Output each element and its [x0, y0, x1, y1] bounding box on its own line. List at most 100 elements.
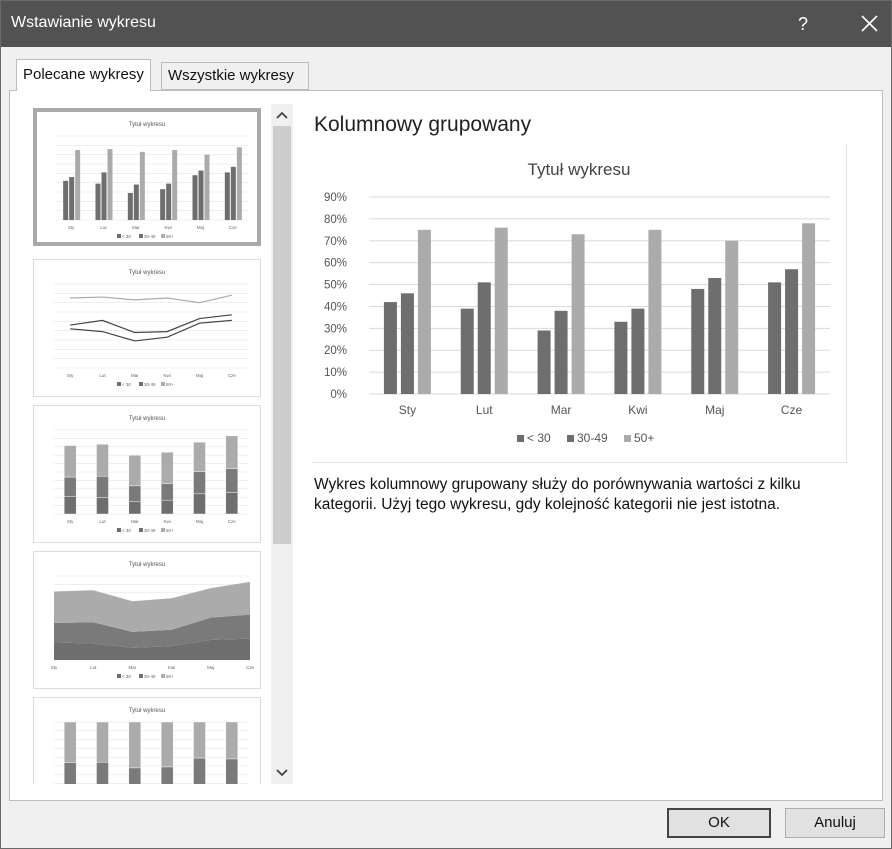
thumbnail-legend-label: < 30	[122, 382, 131, 387]
thumbnail-percent-bar	[225, 721, 239, 760]
thumbnail-clustered-column[interactable]: Tytuł wykresu Sty Lut Mar Kwi Maj Cze < 30 30-49…	[33, 108, 261, 246]
bar	[571, 234, 585, 394]
thumbnail-stacked-bar	[160, 483, 174, 501]
thumbnail-percent-bar	[128, 721, 142, 769]
thumbnail-x-label: Maj	[197, 225, 204, 230]
thumbnail-legend-label: 50+	[166, 382, 174, 387]
clustered-column-chart: Tytuł wykresu 0% 10% 20% 30% 40% 50% 60% 70% 80% 9…	[324, 160, 830, 445]
thumbnail-legend-swatch	[117, 674, 121, 678]
thumbnail-legend-swatch	[117, 382, 121, 386]
thumbnail-percent-bar	[63, 762, 77, 784]
thumbnail-line	[70, 294, 232, 304]
help-button[interactable]: ?	[783, 1, 823, 47]
bar	[400, 293, 414, 394]
y-tick-label: 90%	[324, 192, 347, 204]
thumbnail-bar	[95, 183, 101, 220]
thumbnail-legend-swatch	[161, 234, 165, 238]
thumbnail-scrollbar[interactable]	[271, 104, 293, 784]
thumbnail-line-chart: Tytuł wykresu Sty Lut Mar Kwi Maj Cze < 30 30-49…	[54, 270, 248, 387]
chart-preview: Tytuł wykresu 0% 10% 20% 30% 40% 50% 60% 70% 80% 9…	[312, 144, 847, 463]
thumbnail-stacked-bar	[225, 468, 239, 493]
thumbnail-bar	[198, 170, 204, 220]
y-tick-label: 50%	[324, 280, 347, 292]
thumbnail-x-label: Cze	[246, 665, 254, 670]
bar	[725, 240, 739, 394]
thumbnail-legend-label: < 30	[122, 674, 131, 679]
legend-label: 30-49	[577, 431, 608, 445]
tab-all-charts[interactable]: Wszystkie wykresy	[161, 62, 309, 90]
thumbnail-x-label: Mar	[131, 373, 139, 378]
thumbnail-legend-label: 30-49	[144, 234, 156, 239]
y-tick-label: 70%	[324, 236, 347, 248]
close-button[interactable]	[849, 1, 891, 47]
thumbnail-line[interactable]: Tytuł wykresu Sty Lut Mar Kwi Maj Cze < 30 30-49…	[33, 259, 261, 397]
thumbnail-x-label: Lut	[99, 519, 106, 524]
thumbnail-x-label: Maj	[196, 519, 203, 524]
bar	[460, 308, 474, 394]
thumbnail-x-label: Kwi	[165, 225, 172, 230]
legend-swatch	[567, 435, 574, 442]
thumbnail-x-label: Maj	[196, 373, 203, 378]
thumbnail-x-label: Mar	[129, 665, 137, 670]
thumbnail-stacked-bar	[128, 455, 142, 487]
window-title: Wstawianie wykresu	[11, 14, 156, 31]
bar	[554, 310, 568, 394]
thumbnail-stacked-bar	[96, 475, 109, 498]
y-tick-label: 30%	[324, 323, 347, 335]
legend-swatch	[624, 435, 631, 442]
thumbnail-percent-bar	[193, 757, 206, 784]
thumbnail-legend-label: 30-49	[144, 528, 156, 533]
thumbnail-title: Tytuł wykresu	[129, 416, 165, 422]
chevron-up-icon	[276, 111, 288, 119]
thumbnail-stacked-bar	[193, 493, 206, 515]
thumbnail-bar	[75, 150, 81, 220]
x-tick-label: Cze	[781, 403, 803, 417]
thumbnail-stacked-bar	[225, 492, 239, 515]
thumbnail-x-label: Maj	[207, 665, 214, 670]
scroll-up-button[interactable]	[271, 104, 293, 126]
thumbnail-legend-swatch	[161, 674, 165, 678]
tab-recommended-charts[interactable]: Polecane wykresy	[16, 59, 151, 91]
thumbnail-x-label: Lut	[100, 225, 107, 230]
thumbnail-x-label: Cze	[228, 373, 236, 378]
thumbnail-percent-bar	[160, 766, 174, 784]
thumbnail-stacked-bar	[160, 499, 174, 515]
preview-heading: Kolumnowy grupowany	[314, 113, 532, 136]
bar	[802, 223, 816, 394]
thumbnail-legend-label: < 30	[122, 234, 131, 239]
thumbnail-100-stacked-column[interactable]: Tytuł wykresu	[33, 697, 261, 784]
bar	[537, 330, 551, 394]
y-tick-label: 40%	[324, 301, 347, 313]
bar	[785, 269, 799, 394]
thumbnail-stacked-area[interactable]: Tytuł wykresu Sty Lut Mar Kwi Maj Cze < 30 30-49…	[33, 551, 261, 689]
thumbnail-stacked-bar	[193, 441, 206, 472]
thumbnail-stacked-column-chart: Tytuł wykresu Sty Lut Mar Kwi Maj Cze < 30 30-49…	[54, 416, 248, 533]
cancel-button[interactable]: Anuluj	[785, 808, 885, 838]
thumbnail-x-label: Sty	[67, 519, 74, 524]
thumbnail-legend-swatch	[139, 528, 143, 532]
bar	[768, 282, 782, 394]
bar	[614, 321, 628, 394]
thumbnail-x-label: Kwi	[168, 665, 175, 670]
y-tick-label: 80%	[324, 214, 347, 226]
thumbnail-legend-label: 30-49	[144, 674, 156, 679]
thumbnail-bar	[101, 172, 107, 220]
thumbnail-legend-label: 50+	[166, 528, 174, 533]
thumbnail-bar	[166, 183, 172, 220]
thumbnail-stacked-bar	[225, 435, 239, 469]
legend-label: 50+	[634, 431, 654, 445]
thumbnail-stacked-area-chart: Tytuł wykresu Sty Lut Mar Kwi Maj Cze < 30 30-49…	[51, 562, 255, 679]
thumbnail-bar	[69, 177, 75, 220]
x-tick-label: Kwi	[628, 403, 647, 417]
thumbnail-stacked-bar	[160, 452, 174, 484]
thumbnail-legend-label: < 30	[122, 528, 131, 533]
scroll-down-button[interactable]	[271, 762, 293, 784]
thumbnail-x-label: Kwi	[164, 373, 171, 378]
bar	[477, 282, 491, 394]
thumbnail-x-label: Cze	[228, 519, 236, 524]
thumbnail-stacked-column[interactable]: Tytuł wykresu Sty Lut Mar Kwi Maj Cze < 30 30-49…	[33, 405, 261, 543]
ok-button[interactable]: OK	[667, 808, 771, 838]
scrollbar-thumb[interactable]	[273, 126, 291, 544]
thumbnail-bar	[63, 180, 69, 220]
thumbnail-percent-bar	[193, 721, 206, 759]
